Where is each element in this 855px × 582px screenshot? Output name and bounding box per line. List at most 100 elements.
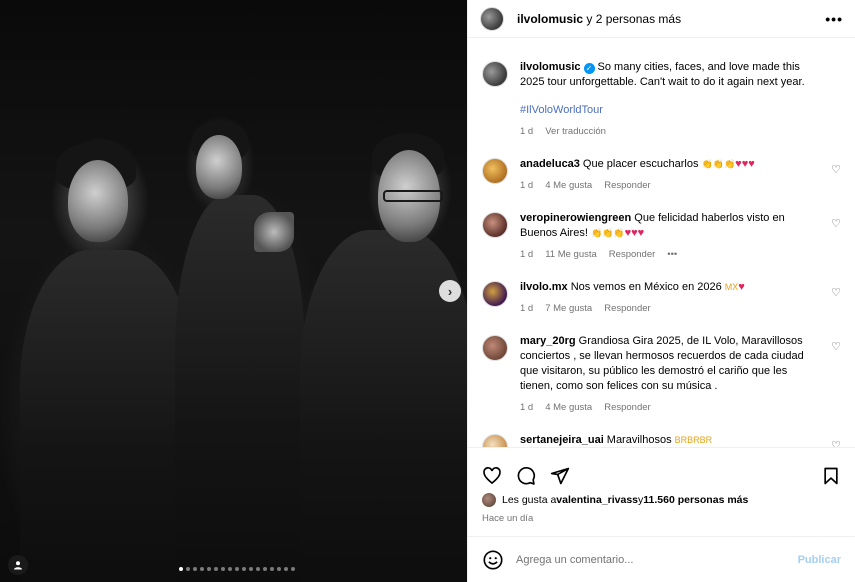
epaulette [254,212,294,252]
comment-username[interactable]: sertanejeira_uai [520,434,604,446]
comment-username[interactable]: mary_20rg [520,335,576,347]
comment-text: Que placer escucharlos [582,158,699,170]
carousel-dot [178,567,183,571]
comment-reply[interactable]: Responder [604,400,650,415]
commenter-avatar[interactable] [482,212,508,238]
comment-username[interactable]: veropinerowiengreen [520,212,631,224]
comment-content: anadeluca3 Que placer escucharlos 👏👏👏♥♥♥ 1… [520,157,841,193]
comment-icon[interactable] [516,466,536,486]
caption-translate[interactable]: Ver traducción [545,124,606,139]
carousel-dot [248,567,253,571]
caption-time[interactable]: 1 d [520,124,533,139]
carousel-dot [269,567,274,571]
verified-icon: ✓ [583,63,595,74]
figure-left-head [68,160,128,242]
comment-emoji: 👏👏👏 [701,159,736,169]
comment-emoji-hearts: ♥♥♥ [624,227,645,239]
author-suffix[interactable]: y 2 personas más [583,12,681,26]
comment-row: mary_20rg Grandiosa Gira 2025, de IL Volo… [482,334,841,415]
share-icon[interactable] [550,466,570,486]
publish-button[interactable]: Publicar [798,554,841,566]
comment-heart-icon[interactable]: ♡ [831,340,841,353]
carousel-dot [255,567,260,571]
comment-meta: 1 d 7 Me gusta Responder [520,301,819,316]
comment-emoji-hearts: ♥♥♥ [735,158,755,170]
commenter-avatar[interactable] [482,434,508,447]
likes-count[interactable]: 11.560 personas más [643,494,748,506]
carousel-dot [192,567,197,571]
carousel-dot [234,567,239,571]
comment-emoji: BRBRBR [674,435,713,445]
commenter-avatar[interactable] [482,281,508,307]
comment-more-icon[interactable]: ••• [667,247,677,262]
comment-heart-icon[interactable]: ♡ [831,163,841,176]
comment-emoji-hearts: ♥ [738,281,745,293]
comment-heart-icon[interactable]: ♡ [831,286,841,299]
carousel-dot [283,567,288,571]
comment-input[interactable] [516,553,798,566]
comment-row: ilvolo.mx Nos vemos en México en 2026 MX♥… [482,280,841,316]
comment-likes[interactable]: 4 Me gusta [545,178,592,193]
caption-avatar[interactable] [482,61,508,87]
comment-reply[interactable]: Responder [604,301,650,316]
emoji-icon[interactable] [482,549,504,571]
carousel-dot [220,567,225,571]
figure-middle-body [175,195,305,582]
comment-likes[interactable]: 4 Me gusta [545,400,592,415]
carousel-indicator [0,567,467,571]
carousel-dot [276,567,281,571]
comment-row: veropinerowiengreen Que felicidad haberlo… [482,211,841,262]
carousel-dot [290,567,295,571]
author-username[interactable]: ilvolomusic [517,12,583,26]
bookmark-icon[interactable] [821,466,841,486]
heart-icon[interactable] [482,466,502,486]
tagged-users-button[interactable] [8,555,28,575]
post-date[interactable]: Hace un día [468,511,855,527]
figure-middle-head [196,135,242,199]
comment-username[interactable]: anadeluca3 [520,158,580,170]
comment-reply[interactable]: Responder [604,178,650,193]
liker-avatar[interactable] [482,493,496,507]
carousel-dot [199,567,204,571]
comment-likes[interactable]: 11 Me gusta [545,247,597,262]
comment-time[interactable]: 1 d [520,400,533,415]
carousel-dot [241,567,246,571]
comment-heart-icon[interactable]: ♡ [831,217,841,230]
more-horizontal-icon[interactable]: ••• [825,11,843,27]
next-slide-button[interactable]: › [439,280,461,302]
comment-text: Maravilhosos [606,434,672,446]
caption-hashtag[interactable]: #IlVoloWorldTour [520,103,819,118]
carousel-dot [185,567,190,571]
comment-time[interactable]: 1 d [520,178,533,193]
commenter-avatar[interactable] [482,335,508,361]
comment-meta: 1 d 11 Me gusta Responder ••• [520,247,819,262]
commenter-avatar[interactable] [482,158,508,184]
caption: ilvolomusic ✓ So many cities, faces, and l… [482,60,841,139]
comment-likes[interactable]: 7 Me gusta [545,301,592,316]
comment-text: Nos vemos en México en 2026 [570,281,722,293]
comment-time[interactable]: 1 d [520,301,533,316]
author-line: ilvolomusic y 2 personas más [517,12,825,26]
caption-username[interactable]: ilvolomusic [520,61,581,73]
post-header: ilvolomusic y 2 personas más ••• [468,0,855,38]
comment-row: anadeluca3 Que placer escucharlos 👏👏👏♥♥♥ 1… [482,157,841,193]
carousel-dot [227,567,232,571]
comment-time[interactable]: 1 d [520,247,533,262]
likes-user[interactable]: valentina_rivass [556,494,638,506]
chevron-right-icon: › [447,283,453,299]
comment-emoji: MX [724,282,739,292]
comment-emoji: 👏👏👏 [590,228,625,238]
comment-username[interactable]: ilvolo.mx [520,281,568,293]
author-avatar[interactable] [480,6,504,31]
caption-meta: 1 d Ver traducción [520,124,819,139]
comment-content: ilvolo.mx Nos vemos en México en 2026 MX♥… [520,280,841,316]
post-actions [468,447,855,491]
comment-meta: 1 d 4 Me gusta Responder [520,400,819,415]
carousel-dot [206,567,211,571]
comment-reply[interactable]: Responder [609,247,655,262]
figure-left-body [20,250,195,582]
carousel-dot [262,567,267,571]
comment-row: sertanejeira_uaiMaravilhosos BRBRBR1 d7 … [482,433,841,447]
comment-composer: Publicar [468,536,855,582]
comment-heart-icon[interactable]: ♡ [831,439,841,447]
